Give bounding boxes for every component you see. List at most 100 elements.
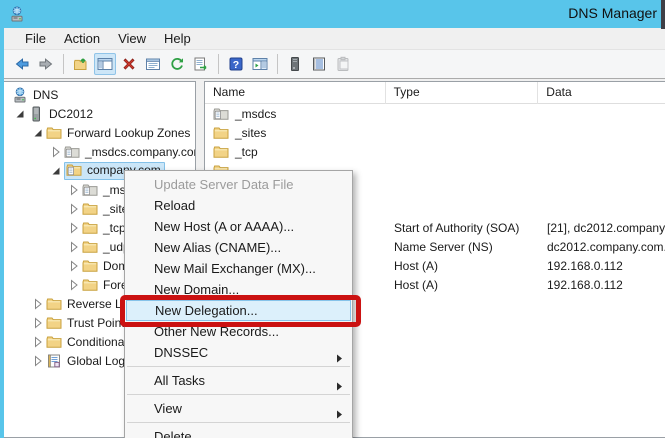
properties-button[interactable] [142, 53, 164, 75]
context-menu-separator [127, 366, 350, 367]
tree-item-label: _tcp [103, 221, 126, 235]
context-menu-item-label: Delete [154, 429, 192, 438]
context-menu-item-view[interactable]: View [125, 398, 352, 419]
folder-icon [82, 258, 98, 274]
expander-collapsed-icon[interactable] [66, 201, 82, 217]
expander-collapsed-icon[interactable] [30, 334, 46, 350]
expander-collapsed-icon[interactable] [30, 296, 46, 312]
export-list-button[interactable] [190, 53, 212, 75]
context-menu-item-delete[interactable]: Delete [125, 426, 352, 438]
refresh-button[interactable] [166, 53, 188, 75]
server-status-button[interactable] [284, 53, 306, 75]
properties-icon [145, 56, 161, 72]
record-type-cell [386, 161, 539, 180]
context-menu-item-label: View [154, 401, 182, 416]
show-console-tree-button[interactable] [94, 53, 116, 75]
window-title: DNS Manager [568, 5, 657, 21]
tree-item--msdcs-company-com[interactable]: _msdcs.company.com [4, 142, 195, 161]
expander-collapsed-icon[interactable] [66, 220, 82, 236]
folder-icon [213, 125, 229, 141]
tree-item-label: _msdcs.company.com [85, 145, 195, 159]
context-menu-item-label: DNSSEC [154, 345, 208, 360]
toolbar-separator [277, 54, 278, 74]
context-menu-item-label: New Host (A or AAAA)... [154, 219, 294, 234]
expander-collapsed-icon[interactable] [66, 277, 82, 293]
help-button[interactable]: ? [225, 53, 247, 75]
menu-view[interactable]: View [109, 29, 155, 48]
show-action-pane-button[interactable] [249, 53, 271, 75]
context-menu-item-reload[interactable]: Reload [125, 195, 352, 216]
context-menu-item-label: All Tasks [154, 373, 205, 388]
expander-expanded-icon[interactable] [30, 125, 46, 141]
record-type-cell [386, 142, 539, 161]
record-type-cell [386, 199, 539, 218]
context-menu-item-label: New Mail Exchanger (MX)... [154, 261, 316, 276]
folder-icon [46, 125, 62, 141]
forward-icon [38, 56, 54, 72]
submenu-arrow-icon [336, 404, 343, 419]
tree-item-forward-lookup-zones[interactable]: Forward Lookup Zones [4, 123, 195, 142]
column-header-type[interactable]: Type [386, 82, 539, 104]
context-menu-item-all-tasks[interactable]: All Tasks [125, 370, 352, 391]
expander-expanded-icon[interactable] [48, 163, 64, 179]
paste-button[interactable] [332, 53, 354, 75]
record-row[interactable]: _tcp [205, 142, 665, 161]
record-name: _tcp [235, 145, 258, 159]
record-row[interactable]: _msdcs [205, 104, 665, 123]
tree-item-label: Forward Lookup Zones [67, 126, 190, 140]
back-button[interactable] [11, 53, 33, 75]
tree-item-dc2012[interactable]: DC2012 [4, 104, 195, 123]
folder-icon [82, 239, 98, 255]
tree-item-label: Global Logs [67, 354, 131, 368]
zone-gray-icon [213, 106, 229, 122]
menu-file[interactable]: File [16, 29, 55, 48]
toolbar-separator [218, 54, 219, 74]
context-menu-item-new-mail-exchanger-mx[interactable]: New Mail Exchanger (MX)... [125, 258, 352, 279]
menu-action[interactable]: Action [55, 29, 109, 48]
zone-gray-icon [82, 182, 98, 198]
record-data-cell [539, 104, 665, 123]
submenu-arrow-icon [336, 376, 343, 391]
folder-icon [46, 315, 62, 331]
column-header-data[interactable]: Data [538, 82, 665, 104]
expander-collapsed-icon[interactable] [48, 144, 64, 160]
record-data-cell [539, 199, 665, 218]
server-tower-icon [287, 56, 303, 72]
annotation-highlight-box [120, 295, 361, 327]
record-list-button[interactable] [308, 53, 330, 75]
expander-collapsed-icon[interactable] [66, 239, 82, 255]
window-right-edge [661, 0, 665, 29]
record-name-cell: _sites [205, 123, 386, 142]
record-row[interactable]: _sites [205, 123, 665, 142]
context-menu-item-dnssec[interactable]: DNSSEC [125, 342, 352, 363]
folder-icon [82, 220, 98, 236]
expander-collapsed-icon[interactable] [30, 315, 46, 331]
record-list-icon [311, 56, 327, 72]
menu-help[interactable]: Help [155, 29, 200, 48]
tree-item-dns[interactable]: DNS [4, 85, 195, 104]
toolbar-separator [63, 54, 64, 74]
expander-collapsed-icon[interactable] [66, 258, 82, 274]
expander-collapsed-icon[interactable] [66, 182, 82, 198]
toolbar: ? [4, 50, 665, 79]
context-menu-item-new-alias-cname[interactable]: New Alias (CNAME)... [125, 237, 352, 258]
record-name-cell: _tcp [205, 142, 386, 161]
dns-root-icon [12, 87, 28, 103]
expander-expanded-icon[interactable] [12, 106, 28, 122]
context-menu-item-new-host-a-or-aaaa[interactable]: New Host (A or AAAA)... [125, 216, 352, 237]
forward-button[interactable] [35, 53, 57, 75]
server-icon [28, 106, 44, 122]
delete-button[interactable] [118, 53, 140, 75]
record-data-cell [539, 123, 665, 142]
submenu-arrow-icon [336, 348, 343, 363]
folder-icon [213, 144, 229, 160]
up-one-level-button[interactable] [70, 53, 92, 75]
tree-item-label: DC2012 [49, 107, 93, 121]
column-header-name[interactable]: Name [205, 82, 386, 104]
back-icon [14, 56, 30, 72]
zone-gray-icon [64, 144, 80, 160]
record-type-cell [386, 104, 539, 123]
record-type-cell: Host (A) [386, 256, 539, 275]
expander-collapsed-icon[interactable] [30, 353, 46, 369]
record-type-cell: Name Server (NS) [386, 237, 539, 256]
